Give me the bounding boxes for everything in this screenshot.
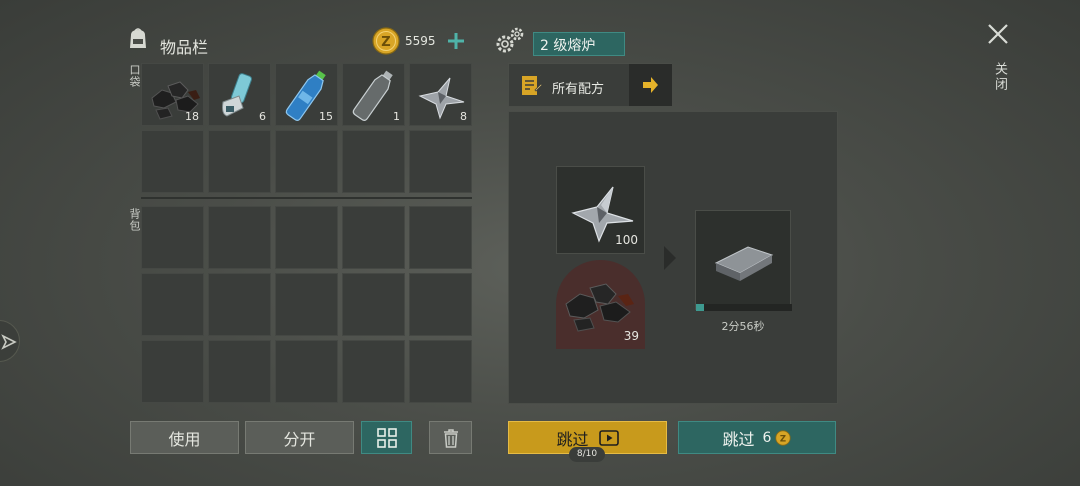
recipe-book-icon bbox=[522, 76, 543, 95]
furnace-title: 2 级熔炉 bbox=[540, 38, 596, 54]
inventory-slot[interactable]: 18 bbox=[141, 63, 204, 126]
svg-text:Z: Z bbox=[780, 434, 786, 444]
furnace-output-slot[interactable] bbox=[695, 210, 792, 311]
close-icon bbox=[988, 24, 1008, 44]
send-icon bbox=[1, 334, 17, 350]
sort-button[interactable] bbox=[361, 421, 412, 454]
item-count: 1 bbox=[393, 110, 400, 123]
inventory-slot[interactable] bbox=[141, 130, 204, 193]
skip-coin-button[interactable]: 跳过 6 Z bbox=[678, 421, 836, 454]
use-button-label: 使用 bbox=[168, 429, 201, 449]
skip-coin-cost: 6 bbox=[762, 429, 772, 446]
item-count: 18 bbox=[185, 110, 199, 123]
split-button[interactable]: 分开 bbox=[245, 421, 354, 454]
inventory-slot[interactable] bbox=[409, 273, 472, 336]
pocket-label: 口袋 bbox=[128, 64, 141, 88]
arrow-right-icon bbox=[643, 77, 658, 93]
smelt-timer: 2分56秒 bbox=[721, 320, 765, 333]
section-divider bbox=[141, 197, 472, 199]
add-coins-button[interactable] bbox=[444, 29, 468, 53]
side-tab[interactable] bbox=[0, 320, 20, 362]
item-count: 6 bbox=[259, 110, 266, 123]
smelt-progress-fill bbox=[696, 304, 704, 311]
close-label: 关闭 bbox=[992, 62, 1007, 92]
trash-icon bbox=[443, 428, 458, 448]
skip-ad-counter: 8/10 bbox=[569, 447, 605, 462]
inventory-slot[interactable] bbox=[141, 340, 204, 403]
inventory-slot[interactable] bbox=[141, 206, 204, 269]
smelt-progress-track bbox=[696, 304, 792, 311]
use-button[interactable]: 使用 bbox=[130, 421, 239, 454]
inventory-slot[interactable] bbox=[275, 340, 338, 403]
split-button-label: 分开 bbox=[283, 429, 316, 449]
all-recipes-button[interactable]: 所有配方 bbox=[508, 63, 672, 107]
coin-balance: 5595 bbox=[405, 34, 436, 48]
inventory-slot[interactable] bbox=[275, 273, 338, 336]
item-count: 15 bbox=[319, 110, 333, 123]
skip-coin-label: 跳过 bbox=[722, 429, 755, 449]
inventory-slot[interactable]: 6 bbox=[208, 63, 271, 126]
fuel-count: 39 bbox=[623, 329, 639, 343]
delete-button[interactable] bbox=[429, 421, 472, 454]
inventory-slot[interactable] bbox=[342, 206, 405, 269]
coin-icon: Z bbox=[372, 27, 400, 55]
inventory-slot[interactable] bbox=[409, 130, 472, 193]
item-count: 8 bbox=[460, 110, 467, 123]
backpack-label: 背包 bbox=[128, 208, 141, 232]
inventory-slot[interactable] bbox=[208, 206, 271, 269]
inventory-slot[interactable] bbox=[409, 340, 472, 403]
inventory-slot[interactable] bbox=[409, 206, 472, 269]
inventory-title: 物品栏 bbox=[160, 38, 209, 57]
backpack-icon bbox=[130, 28, 146, 48]
video-ad-icon bbox=[598, 429, 619, 446]
close-button[interactable]: 关闭 bbox=[984, 20, 1012, 100]
inventory-slot[interactable] bbox=[342, 273, 405, 336]
furnace-input-slot[interactable]: 100 bbox=[556, 166, 645, 254]
inventory-slot[interactable] bbox=[342, 130, 405, 193]
inventory-slot[interactable] bbox=[208, 273, 271, 336]
process-arrow-icon bbox=[664, 246, 676, 270]
svg-text:Z: Z bbox=[381, 35, 390, 50]
all-recipes-label: 所有配方 bbox=[552, 82, 605, 97]
inventory-slot[interactable]: 15 bbox=[275, 63, 338, 126]
furnace-fuel-slot[interactable]: 39 bbox=[556, 260, 645, 349]
skip-ad-label: 跳过 bbox=[556, 429, 589, 449]
inventory-slot[interactable] bbox=[275, 130, 338, 193]
iron-bar-icon bbox=[714, 246, 774, 281]
inventory-slot[interactable] bbox=[208, 130, 271, 193]
inventory-slot[interactable] bbox=[275, 206, 338, 269]
plus-icon bbox=[448, 33, 464, 49]
inventory-slot[interactable]: 1 bbox=[342, 63, 405, 126]
grid-icon bbox=[376, 427, 397, 448]
inventory-slot[interactable] bbox=[141, 273, 204, 336]
inventory-slot[interactable]: 8 bbox=[409, 63, 472, 126]
input-count: 100 bbox=[615, 233, 638, 247]
inventory-slot[interactable] bbox=[342, 340, 405, 403]
inventory-slot[interactable] bbox=[208, 340, 271, 403]
coin-icon: Z bbox=[775, 429, 792, 446]
gears-icon bbox=[496, 27, 524, 53]
